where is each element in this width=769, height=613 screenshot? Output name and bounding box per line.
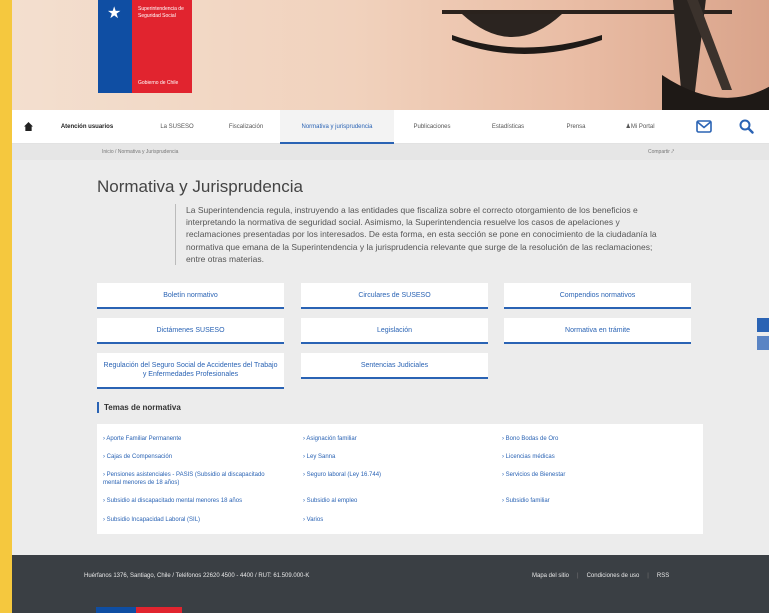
side-tab-1[interactable] [757,318,769,332]
list-item[interactable]: › Subsidio familiar [502,498,682,506]
boletin-normativo-button[interactable]: Boletín normativo [97,283,284,309]
list-item[interactable]: › Asignación familiar [303,436,483,444]
breadcrumb-bar: Inicio / Normativa y Jurisprudencia Comp… [12,144,769,160]
home-icon[interactable] [24,122,33,131]
flag-stripe-red [136,607,182,613]
list-item[interactable]: › Ley Sanna [303,454,483,462]
header-banner: ★ Superintendencia de Seguridad Social G… [12,0,769,110]
breadcrumb[interactable]: Inicio / Normativa y Jurisprudencia [102,144,178,160]
footer: Huérfanos 1376, Santiago, Chile / Teléfo… [12,555,769,613]
list-item[interactable]: › Subsidio Incapacidad Laboral (SIL) [103,517,283,525]
nav-item-atencion-usuarios[interactable]: Atención usuarios [54,110,120,144]
compendios-button[interactable]: Compendios normativos [504,283,691,309]
browser-page: ★ Superintendencia de Seguridad Social G… [12,0,769,613]
share-icon: ⤤ [671,149,675,155]
mail-icon[interactable] [696,120,712,133]
suseso-logo[interactable]: ★ Superintendencia de Seguridad Social G… [98,0,192,93]
page-title: Normativa y Jurisprudencia [97,177,303,196]
list-item[interactable]: › Subsidio al empleo [303,498,483,506]
share-label: Compartir [648,149,670,155]
nav-item-normativa[interactable]: Normativa y jurisprudencia [280,110,394,144]
sentencias-button[interactable]: Sentencias Judiciales [301,353,488,379]
dictamenes-button[interactable]: Dictámenes SUSESO [97,318,284,344]
intro-text: La Superintendencia regula, instruyendo … [175,204,668,266]
list-item[interactable]: › Seguro laboral (Ley 16.744) [303,472,483,480]
list-item[interactable]: › Pensiones asistenciales - PASIS (Subsi… [103,472,273,487]
footer-address: Huérfanos 1376, Santiago, Chile / Teléfo… [84,573,310,579]
footer-links: Mapa del sitio | Condiciones de uso | RS… [524,573,677,579]
legislacion-button[interactable]: Legislación [301,318,488,344]
nav-item-mi-portal[interactable]: ♟Mi Portal [612,110,668,144]
list-item[interactable]: › Cajas de Compensación [103,454,283,462]
normativa-tramite-button[interactable]: Normativa en trámite [504,318,691,344]
footer-link-rss[interactable]: RSS [649,573,677,579]
footer-link-mapa[interactable]: Mapa del sitio [524,573,577,579]
main-nav: Atención usuarios La SUSESO Fiscalizació… [12,110,769,144]
list-item[interactable]: › Licencias médicas [502,454,682,462]
nav-item-la-suseso[interactable]: La SUSESO [138,110,216,144]
nav-item-publicaciones[interactable]: Publicaciones [398,110,466,144]
nav-item-prensa[interactable]: Prensa [554,110,598,144]
side-tab-2[interactable] [757,336,769,350]
footer-link-condiciones[interactable]: Condiciones de uso [579,573,648,579]
flag-stripe-blue [96,607,136,613]
logo-government: Gobierno de Chile [138,80,179,86]
star-icon: ★ [107,5,122,22]
nav-item-estadisticas[interactable]: Estadísticas [478,110,538,144]
list-item[interactable]: › Varios [303,517,483,525]
list-item[interactable]: › Subsidio al discapacitado mental menor… [103,498,293,506]
share-button[interactable]: Compartir ⤤ [648,144,674,160]
temas-heading: Temas de normativa [97,402,181,413]
justice-scale-image [442,0,769,110]
temas-list: › Aporte Familiar Permanente › Asignació… [97,424,703,534]
nav-item-fiscalizacion[interactable]: Fiscalización [216,110,276,144]
search-icon[interactable] [739,119,754,134]
mi-portal-label: Mi Portal [630,124,655,130]
circulares-button[interactable]: Circulares de SUSESO [301,283,488,309]
list-item[interactable]: › Aporte Familiar Permanente [103,436,283,444]
logo-name: Superintendencia de Seguridad Social [138,6,184,19]
list-item[interactable]: › Bono Bodas de Oro [502,436,682,444]
regulacion-seguro-button[interactable]: Regulación del Seguro Social de Accident… [97,353,284,389]
list-item[interactable]: › Servicios de Bienestar [502,472,682,480]
